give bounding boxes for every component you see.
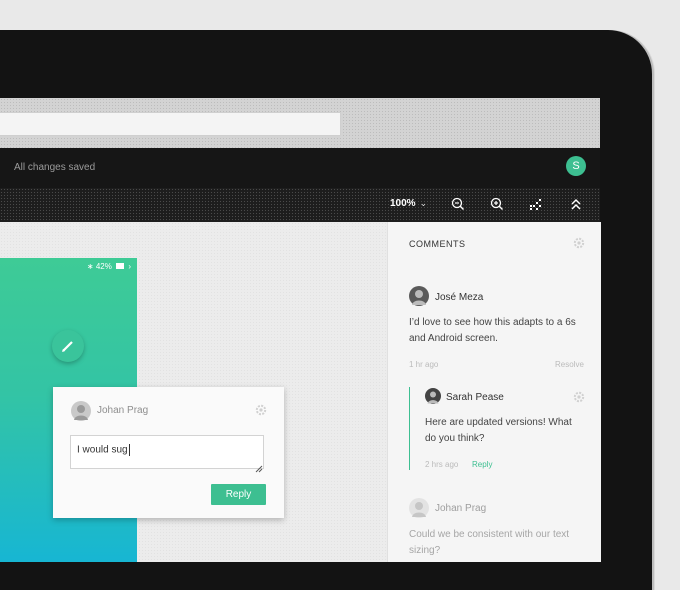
app-header: All changes saved S (0, 148, 600, 188)
collapse-icon[interactable] (568, 196, 584, 212)
comment-input-value: I would sug (77, 444, 128, 456)
comment-time: 1 hr ago (409, 360, 439, 369)
url-field[interactable] (0, 112, 341, 136)
comment-author: José Meza (435, 292, 484, 303)
zoom-out-icon[interactable] (450, 196, 466, 212)
battery-icon (116, 263, 125, 269)
comment-input[interactable]: I would sug (70, 435, 264, 469)
comment-text-line: I’d love to see how this adapts to a 6s (409, 317, 576, 328)
comment-author: Johan Prag (435, 503, 487, 514)
bluetooth-icon: ∗ (86, 262, 94, 271)
comment-text-line: sizing? (409, 545, 441, 556)
thread-line (409, 387, 410, 470)
avatar (425, 388, 441, 404)
avatar (409, 498, 429, 518)
edit-fab-button[interactable] (52, 330, 84, 362)
zoom-select[interactable]: 100% ⌄ (390, 198, 427, 209)
comment-popup: Johan Prag I would sug Reply (53, 387, 284, 518)
gear-icon[interactable] (255, 403, 267, 421)
comment-time: 2 hrs ago (425, 460, 459, 469)
resolve-link[interactable]: Resolve (555, 360, 584, 369)
avatar (71, 401, 91, 421)
comment-author: Sarah Pease (446, 392, 504, 403)
comment-text-line: and Android screen. (409, 333, 498, 344)
panel-title: COMMENTS (409, 239, 466, 249)
grid-icon[interactable] (528, 196, 544, 212)
popup-author-name: Johan Prag (97, 405, 149, 416)
comment-text-line: do you think? (425, 433, 485, 444)
zoom-in-icon[interactable] (489, 196, 505, 212)
browser-bar (0, 98, 600, 148)
saved-status: All changes saved (14, 162, 96, 173)
signal-icon: › (128, 262, 131, 271)
pencil-icon (62, 341, 73, 352)
reply-link[interactable]: Reply (472, 460, 492, 469)
chevron-down-icon: ⌄ (419, 198, 428, 208)
user-avatar[interactable]: S (566, 156, 586, 176)
gear-icon[interactable] (573, 236, 585, 254)
toolbar: 100% ⌄ (0, 188, 600, 222)
comment-text-line: Could we be consistent with our text (409, 529, 570, 540)
comment-text-line: Here are updated versions! What (425, 417, 572, 428)
zoom-value: 100% (390, 198, 416, 209)
phone-status-bar: ∗ 42% › (87, 262, 131, 271)
reply-button[interactable]: Reply (211, 484, 266, 505)
comments-panel: COMMENTS José Meza I’d love to see how t… (387, 222, 601, 562)
gear-icon[interactable] (573, 390, 585, 408)
battery-percent: 42% (95, 262, 112, 271)
resize-handle-icon[interactable] (255, 460, 263, 478)
avatar (409, 286, 429, 306)
